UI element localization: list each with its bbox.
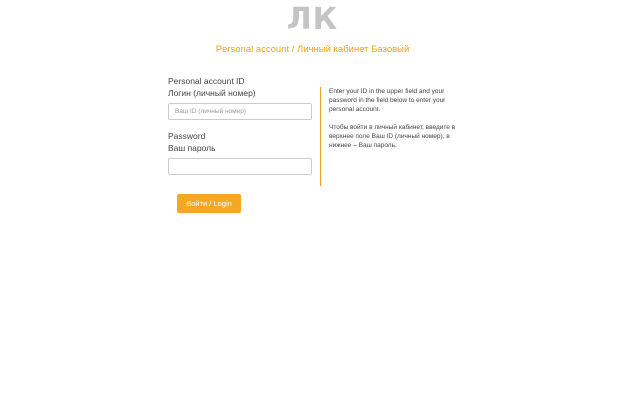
help-text-block: Enter your ID in the upper field and you…: [320, 87, 469, 186]
password-input[interactable]: [168, 158, 312, 175]
password-label: Ваш пароль: [168, 143, 216, 153]
password-title: Password: [168, 131, 206, 141]
help-text-russian: Чтобы войти в личный кабинет, введите в …: [329, 124, 456, 150]
login-field-group: Personal account ID Логин (личный номер): [168, 76, 312, 120]
logo: ЛК: [286, 2, 339, 37]
help-text-english: Enter your ID in the upper field and you…: [329, 88, 446, 114]
password-field-group: Password Ваш пароль: [168, 131, 312, 175]
login-title: Personal account ID: [168, 76, 245, 86]
page-subtitle: Personal account / Личный кабинет Базовы…: [215, 44, 410, 55]
login-input[interactable]: [168, 103, 312, 120]
login-label: Логин (личный номер): [168, 88, 256, 98]
login-button[interactable]: Войти / Login: [177, 194, 241, 213]
login-page: ЛК Personal account / Личный кабинет Баз…: [0, 0, 640, 400]
